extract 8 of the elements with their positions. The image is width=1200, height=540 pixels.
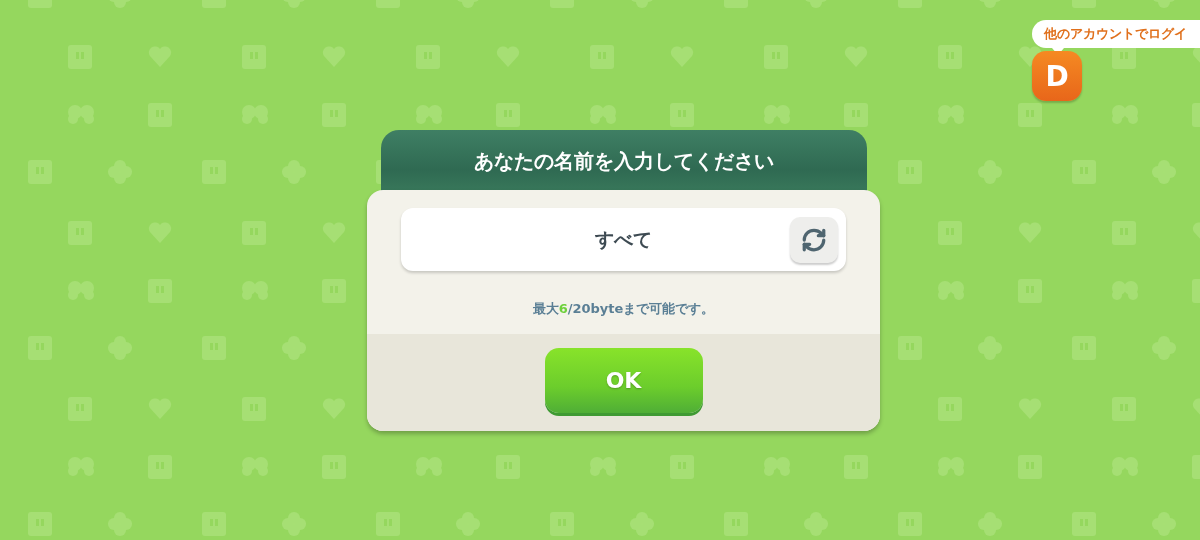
name-field[interactable]: すべて	[401, 208, 846, 271]
switch-account-tooltip: 他のアカウントでログイ	[1032, 20, 1200, 48]
ok-button[interactable]: OK	[544, 348, 703, 413]
name-value: すべて	[595, 226, 652, 252]
refresh-icon	[801, 227, 827, 253]
byte-limit-hint: 最大6/20byteまで可能です。	[532, 300, 715, 318]
refresh-button[interactable]	[790, 217, 838, 263]
account-avatar[interactable]: D	[1032, 51, 1082, 101]
